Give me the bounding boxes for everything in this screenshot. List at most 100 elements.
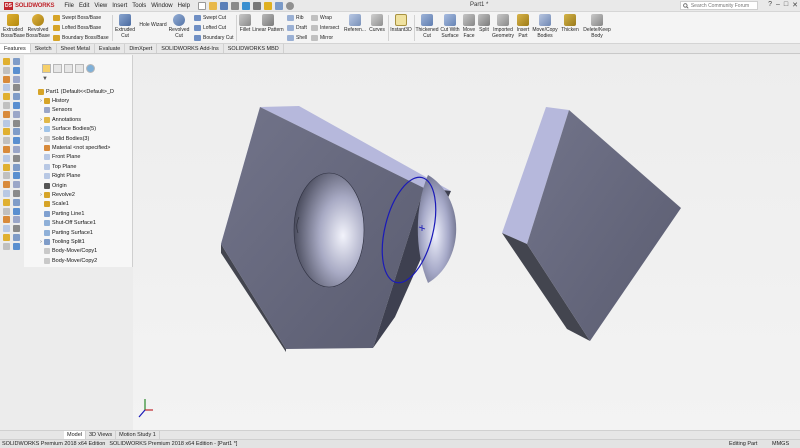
tree-item[interactable]: Body-Move/Copy2 [38,256,138,265]
menu-help[interactable]: Help [178,3,190,9]
close-button[interactable]: ✕ [792,1,798,9]
tree-item[interactable]: › Annotations [38,115,138,124]
draft-button[interactable]: Draft [287,25,307,31]
minimize-button[interactable]: – [776,1,780,9]
tool-icon[interactable] [3,172,10,180]
tool-icon[interactable] [13,119,20,127]
core-plate[interactable] [502,107,681,341]
tool-icon[interactable] [13,58,20,65]
extruded-boss-button[interactable]: Extruded Boss/Base [1,14,25,39]
tool-icon[interactable] [3,234,10,241]
tree-item[interactable]: Top Plane [38,162,138,171]
tool-icon[interactable] [3,146,10,153]
tab-model[interactable]: Model [64,431,86,439]
tool-icon[interactable] [13,66,20,74]
boundary-boss-button[interactable]: Boundary Boss/Base [53,35,109,41]
menu-view[interactable]: View [94,3,107,9]
tool-icon[interactable] [13,93,20,101]
tree-item[interactable]: Material <not specified> [38,143,138,152]
tab-dimxpert[interactable]: DimXpert [125,44,158,53]
fillet-button[interactable]: Fillet [238,14,252,33]
tool-icon[interactable] [13,225,20,233]
tab-evaluate[interactable]: Evaluate [95,44,126,53]
options-gear-icon[interactable] [285,1,294,10]
tab-solidworks-add-ins[interactable]: SOLIDWORKS Add-Ins [157,44,224,53]
tool-icon[interactable] [13,207,20,215]
tool-icon[interactable] [3,181,10,189]
solidworks-logo[interactable]: DS SOLIDWORKS [0,0,58,12]
tool-icon[interactable] [13,242,20,250]
lofted-boss-button[interactable]: Lofted Boss/Base [53,25,101,31]
delete-keep-body-button[interactable]: Delete/Keep Body [582,14,612,39]
tool-icon[interactable] [13,172,20,180]
swept-cut-button[interactable]: Swept Cut [194,15,226,21]
file-properties-icon[interactable] [274,1,283,10]
tool-icon[interactable] [13,84,20,92]
cut-with-surface-button[interactable]: Cut With Surface [439,14,461,39]
undo-icon[interactable] [241,1,250,10]
tool-icon[interactable] [13,234,20,241]
filter-icon[interactable]: ▼ [42,76,48,82]
thickened-cut-button[interactable]: Thickened Cut [415,14,439,39]
tool-icon[interactable] [13,75,20,83]
swept-boss-button[interactable]: Swept Boss/Base [53,15,101,21]
tool-icon[interactable] [3,102,10,109]
graphics-viewport[interactable] [133,55,800,430]
thicken-button[interactable]: Thicken [559,14,581,33]
new-document-icon[interactable] [197,1,206,10]
tool-icon[interactable] [13,163,20,171]
tool-icon[interactable] [3,75,10,83]
linear-pattern-button[interactable]: Linear Pattern [252,14,284,33]
tree-item[interactable]: Right Plane [38,172,138,181]
tool-icon[interactable] [3,154,10,162]
help-icon[interactable]: ? [768,1,772,9]
tool-icon[interactable] [13,102,20,109]
tab-sketch[interactable]: Sketch [31,44,57,53]
tool-icon[interactable] [13,137,20,145]
menu-insert[interactable]: Insert [112,3,127,9]
search-input[interactable] [690,2,757,9]
tool-icon[interactable] [3,93,10,101]
tab-features[interactable]: Features [0,44,31,53]
reference-geometry-button[interactable]: Referen... [343,14,367,33]
wrap-button[interactable]: Wrap [311,15,332,21]
rib-button[interactable]: Rib [287,15,304,21]
tree-item[interactable]: › Solid Bodies(3) [38,134,138,143]
open-folder-icon[interactable] [208,1,217,10]
select-arrow-icon[interactable] [252,1,261,10]
tree-root[interactable]: Part1 (Default<<Default>_D [38,87,138,96]
boundary-cut-button[interactable]: Boundary Cut [194,35,234,41]
split-button[interactable]: Split [477,14,491,33]
tool-icon[interactable] [3,225,10,233]
menu-window[interactable]: Window [151,3,172,9]
revolved-cut-button[interactable]: Revolved Cut [168,14,190,39]
menu-file[interactable]: File [64,3,74,9]
shell-button[interactable]: Shell [287,35,307,41]
dimxpert-manager-tab-icon[interactable] [75,64,84,73]
save-icon[interactable] [219,1,228,10]
feature-manager-tab-icon[interactable] [42,64,51,73]
intersect-button[interactable]: Intersect [311,25,339,31]
tool-icon[interactable] [3,207,10,215]
instant3d-button[interactable]: Instant3D [389,14,413,33]
tab-3d-views[interactable]: 3D Views [86,431,117,439]
tree-item[interactable]: Front Plane [38,153,138,162]
rebuild-icon[interactable] [263,1,272,10]
tool-icon[interactable] [13,154,20,162]
tree-item[interactable]: Shut-Off Surface1 [38,218,138,227]
move-copy-bodies-button[interactable]: Move/Copy Bodies [531,14,559,39]
tool-icon[interactable] [3,163,10,171]
menu-tools[interactable]: Tools [132,3,146,9]
tool-icon[interactable] [13,198,20,206]
tree-item[interactable]: Parting Surface1 [38,228,138,237]
tab-sheet-metal[interactable]: Sheet Metal [57,44,95,53]
tool-icon[interactable] [13,146,20,153]
revolved-boss-button[interactable]: Revolved Boss/Base [26,14,50,39]
tree-item[interactable]: Scale1 [38,200,138,209]
cavity-block[interactable] [221,106,451,352]
tool-icon[interactable] [3,216,10,224]
tool-icon[interactable] [3,84,10,92]
tool-icon[interactable] [3,66,10,74]
tool-icon[interactable] [13,181,20,189]
tab-solidworks-mbd[interactable]: SOLIDWORKS MBD [224,44,284,53]
